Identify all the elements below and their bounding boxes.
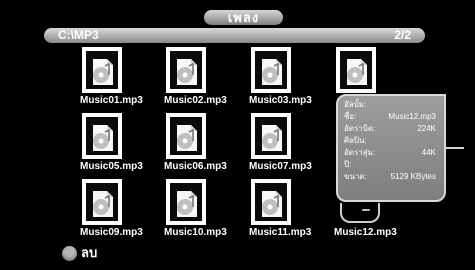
file-item[interactable]: Music09.mp3 (80, 179, 164, 245)
info-label: ขนาด: (344, 172, 367, 181)
file-name: Music05.mp3 (80, 161, 143, 172)
file-info-popup: อัลบั้ม: ชื่อ: Music12.mp3 อัตราบิต: 224… (336, 94, 446, 202)
info-label: อัตราสุ่ม: (344, 148, 376, 157)
file-name: Music06.mp3 (164, 161, 227, 172)
music-file-icon (336, 47, 376, 93)
music-file-icon (82, 113, 122, 159)
panel-connector-line (446, 147, 464, 149)
footer-actions: ลบ (62, 244, 97, 262)
window-title: เพลง (204, 10, 283, 25)
music-file-icon (82, 47, 122, 93)
file-name: Music02.mp3 (164, 95, 227, 106)
file-item[interactable]: Music03.mp3 (249, 47, 333, 113)
delete-label: ลบ (81, 245, 98, 260)
info-row: อัลบั้ม: (344, 100, 438, 112)
path-bar: C:\MP3 2/2 (44, 28, 425, 43)
file-name: Music01.mp3 (80, 95, 143, 106)
info-label: ศิลปิน: (344, 136, 367, 145)
file-item[interactable]: Music01.mp3 (80, 47, 164, 113)
file-item[interactable]: Music11.mp3 (249, 179, 333, 245)
path-label: C:\MP3 (58, 28, 99, 42)
info-row: อัตราสุ่ม: 44K (344, 148, 438, 160)
music-file-icon (166, 47, 206, 93)
file-name: Music03.mp3 (249, 95, 312, 106)
file-name: Music12.mp3 (334, 227, 397, 238)
file-item[interactable]: Music05.mp3 (80, 113, 164, 179)
music-file-icon (166, 113, 206, 159)
file-item[interactable]: Music06.mp3 (164, 113, 248, 179)
music-file-icon (251, 113, 291, 159)
info-label: อัตราบิต: (344, 124, 376, 133)
file-name: Music09.mp3 (80, 227, 143, 238)
delete-icon[interactable] (62, 245, 77, 261)
file-item[interactable]: Music07.mp3 (249, 113, 333, 179)
music-file-icon (251, 179, 291, 225)
info-label: อัลบั้ม: (344, 100, 367, 109)
music-file-icon (251, 47, 291, 93)
info-value: 224K (417, 124, 436, 133)
file-name: Music11.mp3 (249, 227, 312, 238)
file-item[interactable]: Music02.mp3 (164, 47, 248, 113)
selected-file-frame (340, 203, 380, 223)
file-item[interactable]: Music10.mp3 (164, 179, 248, 245)
info-value: 44K (421, 148, 436, 157)
info-row: ศิลปิน: (344, 136, 438, 148)
info-label: ชื่อ: (344, 112, 357, 121)
page-indicator: 2/2 (394, 28, 411, 42)
music-file-icon (166, 179, 206, 225)
info-row: ปี: (344, 160, 438, 172)
file-name: Music10.mp3 (164, 227, 227, 238)
info-row: ขนาด: 5129 KBytes (344, 172, 438, 184)
info-label: ปี: (344, 160, 352, 169)
info-row: อัตราบิต: 224K (344, 124, 438, 136)
info-value: Music12.mp3 (388, 112, 436, 121)
file-name: Music07.mp3 (249, 161, 312, 172)
music-file-icon (82, 179, 122, 225)
info-row: ชื่อ: Music12.mp3 (344, 112, 438, 124)
info-value: 5129 KBytes (390, 172, 436, 181)
